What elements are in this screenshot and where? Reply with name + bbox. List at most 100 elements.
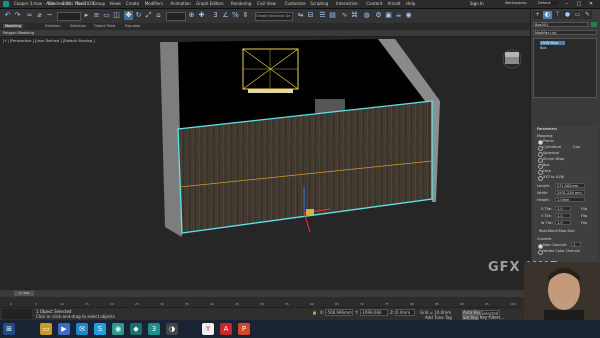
menu-graph-editors[interactable]: Graph Editors [196, 1, 223, 6]
modify-tab-icon[interactable]: ◐ [543, 11, 552, 19]
skype-taskbar-icon[interactable]: S [94, 323, 106, 335]
x-field[interactable]: -508.996mm [325, 309, 353, 316]
menu-edit[interactable]: Edit [62, 1, 70, 6]
wtile-field[interactable]: 1.0 [555, 220, 571, 225]
align-icon[interactable]: ⊟ [306, 11, 315, 20]
utile-field[interactable]: 1.0 [555, 206, 571, 211]
vtile-field[interactable]: 1.0 [555, 213, 571, 218]
redo-icon[interactable]: ↷ [13, 11, 22, 20]
height-field[interactable]: 1.0mm [555, 197, 585, 202]
select-move-icon[interactable]: ✥ [124, 11, 133, 20]
undo-icon[interactable]: ↶ [3, 11, 12, 20]
schematic-view-icon[interactable]: ⌘ [350, 11, 359, 20]
tab-populate[interactable]: Populate [125, 24, 140, 28]
utilities-tab-icon[interactable]: ✎ [583, 11, 592, 19]
menu-modifiers[interactable]: Modifiers [145, 1, 163, 6]
create-tab-icon[interactable]: + [533, 11, 542, 19]
width-field[interactable]: 2931.226 mm [555, 190, 585, 195]
app2-taskbar-icon[interactable]: ◉ [112, 323, 124, 335]
real-world-map-size-checkbox[interactable]: Real-World Map Size [539, 229, 575, 233]
maxscript-listener[interactable] [2, 309, 32, 319]
angle-snap-icon[interactable]: ∠ [221, 11, 230, 20]
pivot-center-icon[interactable]: ⊕ [187, 11, 196, 20]
hierarchy-tab-icon[interactable]: ⊤ [553, 11, 562, 19]
curve-editor-icon[interactable]: ∿ [340, 11, 349, 20]
modifier-list-dropdown[interactable]: Modifier List [533, 30, 597, 35]
selection-filter-dropdown[interactable] [57, 12, 81, 21]
material-editor-icon[interactable]: ◍ [362, 11, 371, 20]
menu-create[interactable]: Create [126, 1, 139, 6]
tab-object-paint[interactable]: Object Paint [94, 24, 115, 28]
minimize-icon[interactable]: – [562, 1, 572, 7]
bind-spacewarp-icon[interactable]: ~ [45, 11, 54, 20]
render-production-icon[interactable]: ☕ [394, 11, 403, 20]
app4-taskbar-icon[interactable]: ◑ [166, 323, 178, 335]
length-field[interactable]: 271.562mm [555, 183, 585, 188]
select-object-icon[interactable]: ▸ [82, 11, 91, 20]
lock-selection-icon[interactable]: 🔒 [312, 310, 317, 315]
menu-arnold[interactable]: Arnold [388, 1, 401, 6]
window-crossing-icon[interactable]: ◫ [112, 11, 121, 20]
vflip-checkbox[interactable]: Flip [581, 214, 587, 218]
z-field[interactable]: 0.0mm [395, 309, 415, 316]
percent-snap-icon[interactable]: % [231, 11, 240, 20]
stack-item-uvw-map[interactable]: UVW Map [540, 41, 565, 45]
menu-customize[interactable]: Customize [285, 1, 306, 6]
parameters-title[interactable]: Parameters [537, 127, 557, 131]
rect-selection-icon[interactable]: ▭ [102, 11, 111, 20]
stack-item-box[interactable]: Box [540, 46, 547, 50]
y-field[interactable]: -1698.666 [360, 309, 388, 316]
scene-explorer-icon[interactable]: ☰ [318, 11, 327, 20]
tab-selection[interactable]: Selection [70, 24, 86, 28]
named-selection-sets-dropdown[interactable]: Create Selection Se [255, 12, 293, 21]
maximize-icon[interactable]: □ [574, 1, 584, 7]
layer-explorer-icon[interactable]: ▤ [328, 11, 337, 20]
powerpoint-taskbar-icon[interactable]: P [238, 323, 250, 335]
uflip-checkbox[interactable]: Flip [581, 207, 587, 211]
explorer-taskbar-icon[interactable]: ▭ [40, 323, 52, 335]
display-tab-icon[interactable]: ▭ [573, 11, 582, 19]
menu-rendering[interactable]: Rendering [231, 1, 251, 6]
3dsmax-taskbar-icon[interactable]: 3 [148, 323, 160, 335]
signin-link[interactable]: Sign In [470, 1, 484, 6]
time-slider-handle[interactable]: 0 / 100 [14, 291, 34, 296]
time-slider[interactable]: 0 / 100 [0, 290, 530, 297]
object-color-swatch[interactable] [591, 22, 597, 27]
object-name-field[interactable]: Box001 [533, 22, 588, 27]
tab-modeling[interactable]: Modeling [3, 24, 23, 28]
menu-animation[interactable]: Animation [170, 1, 190, 6]
render-setup-icon[interactable]: ⚙ [374, 11, 383, 20]
menu-help[interactable]: Help [406, 1, 415, 6]
media-taskbar-icon[interactable]: ▶ [58, 323, 70, 335]
track-bar[interactable]: 0 5 10 15 20 25 30 35 40 45 50 55 60 65 70 75 80 85 90 95 10… [0, 297, 530, 307]
select-scale-icon[interactable]: ⤢ [144, 11, 153, 20]
menu-scripting[interactable]: Scripting [310, 1, 328, 6]
select-manipulate-icon[interactable]: ✚ [197, 11, 206, 20]
menu-views[interactable]: Views [109, 1, 121, 6]
app3-taskbar-icon[interactable]: ◆ [130, 323, 142, 335]
snaps-toggle-icon[interactable]: 3 [211, 11, 220, 20]
menu-content[interactable]: Content [366, 1, 382, 6]
close-icon[interactable]: ✕ [586, 1, 596, 7]
pdf-taskbar-icon[interactable]: A [220, 323, 232, 335]
mirror-icon[interactable]: ⇋ [296, 11, 305, 20]
polygon-modeling-label[interactable]: Polygon Modeling [3, 31, 34, 35]
select-by-name-icon[interactable]: ≡ [92, 11, 101, 20]
spinner-snap-icon[interactable]: ⇕ [241, 11, 250, 20]
reference-coordinate-dropdown[interactable] [166, 12, 186, 21]
motion-tab-icon[interactable]: ● [563, 11, 572, 19]
menu-tools[interactable]: Tools [76, 1, 86, 6]
map-channel-field[interactable]: 1 [571, 242, 581, 247]
rendered-frame-icon[interactable]: ▣ [384, 11, 393, 20]
yandex-taskbar-icon[interactable]: Y [202, 323, 214, 335]
menu-civil-view[interactable]: Civil View [257, 1, 276, 6]
menu-group[interactable]: Group [93, 1, 105, 6]
wflip-checkbox[interactable]: Flip [581, 221, 587, 225]
workspace-dropdown[interactable]: Default [538, 1, 558, 5]
tab-freeform[interactable]: Freeform [45, 24, 61, 28]
app-taskbar-icon[interactable]: ✉ [76, 323, 88, 335]
start-button-icon[interactable]: ⊞ [3, 323, 15, 335]
perspective-viewport[interactable]: [+] [Perspective ] [User Defined ] [Defa… [0, 37, 530, 290]
select-rotate-icon[interactable]: ↻ [134, 11, 143, 20]
cap-checkbox[interactable]: Cap [573, 145, 580, 149]
